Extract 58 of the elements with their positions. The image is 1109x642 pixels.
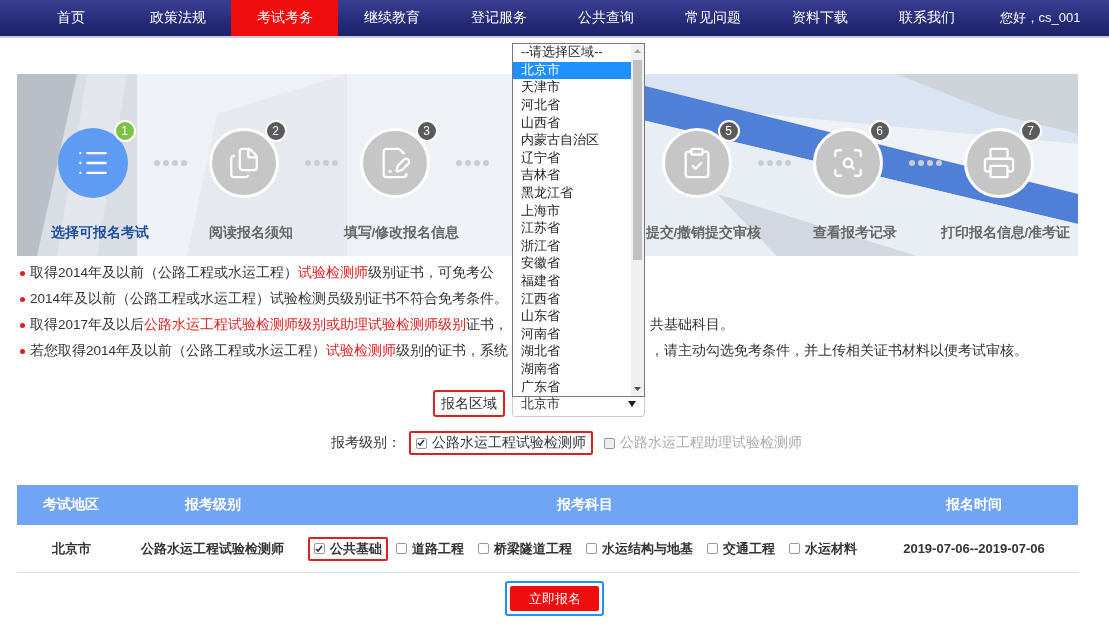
step-label: 打印报名信息/准考证 xyxy=(940,224,1071,242)
subject-option[interactable]: 道路工程 xyxy=(389,536,470,561)
submit-button[interactable]: 立即报名 xyxy=(510,586,599,611)
subject-option[interactable]: 公共基础 xyxy=(307,536,388,561)
subject-option[interactable]: 交通工程 xyxy=(700,536,781,561)
checkbox[interactable] xyxy=(585,543,597,554)
step-connector xyxy=(908,159,944,167)
checkbox[interactable] xyxy=(706,543,718,554)
table-cell-text: 2019-07-06--2019-07-06 xyxy=(902,541,1046,556)
checkbox[interactable] xyxy=(415,437,427,449)
column-header: 考试地区 xyxy=(42,496,100,514)
checkbox[interactable] xyxy=(395,543,407,554)
step-label: 阅读报名须知 xyxy=(208,224,293,242)
level-label: 报考级别： xyxy=(330,434,401,452)
step-connector xyxy=(304,159,340,167)
nav-tab[interactable]: 公共查询 xyxy=(552,0,659,36)
step-label: 查看报考记录 xyxy=(812,224,897,242)
bullet-icon xyxy=(20,296,25,302)
subject-option[interactable]: 桥梁隧道工程 xyxy=(471,536,578,561)
user-greeting: 您好，cs_001 xyxy=(998,9,1082,27)
caret-icon xyxy=(628,400,636,407)
note-text: 2014年及以前（公路工程或水运工程）试验检测员级别证书不符合免考条件。 xyxy=(30,290,509,308)
note-text: 取得2014年及以前（公路工程或水运工程）试验检测师级别证书，可免考公 xyxy=(30,264,495,282)
nav-tab[interactable]: 资料下载 xyxy=(766,0,873,36)
note-text: 取得2017年及以后公路水运工程试验检测师级别或助理试验检测师级别证书， xyxy=(30,316,509,334)
table-cell-text: 北京市 xyxy=(50,539,92,558)
nav-tab[interactable]: 常见问题 xyxy=(659,0,766,36)
subject-option[interactable]: 水运材料 xyxy=(782,536,863,561)
note-text: 若您取得2014年及以前（公路工程或水运工程）试验检测师级别的证书，系统 xyxy=(30,342,509,360)
column-header: 报考级别 xyxy=(183,496,242,514)
step-label: 填写/修改报名信息 xyxy=(343,224,460,242)
scrollbar[interactable] xyxy=(631,44,644,396)
nav-tab[interactable]: 登记服务 xyxy=(445,0,552,36)
step-connector xyxy=(455,159,491,167)
column-header: 报名时间 xyxy=(944,496,1003,514)
step-connector xyxy=(153,159,189,167)
bullet-icon xyxy=(20,348,25,354)
level-option[interactable]: 公路水运工程试验检测师 xyxy=(408,431,593,455)
nav-tab[interactable]: 继续教育 xyxy=(338,0,445,36)
column-header: 报考科目 xyxy=(555,496,614,514)
region-label: 报名区域 xyxy=(433,390,505,417)
nav-tab[interactable]: 首页 xyxy=(17,0,124,36)
checkbox[interactable] xyxy=(477,543,489,554)
nav-tab[interactable]: 考试考务 xyxy=(231,0,338,36)
note-text: ，请主动勾选免考条件，并上传相关证书材料以便考试审核。 xyxy=(650,342,1028,360)
printer-icon xyxy=(981,146,1016,180)
checkbox[interactable] xyxy=(313,543,325,554)
subject-option[interactable]: 水运结构与地基 xyxy=(579,536,699,561)
checkbox[interactable] xyxy=(788,543,800,554)
bullet-icon xyxy=(20,322,25,328)
step-connector xyxy=(757,159,793,167)
nav-tab[interactable]: 联系我们 xyxy=(873,0,980,36)
step-label: 提交/撤销提交审核 xyxy=(645,224,762,242)
step-label: 选择可报名考试 xyxy=(50,224,149,242)
nav-tab[interactable]: 政策法规 xyxy=(124,0,231,36)
bullet-icon xyxy=(20,270,25,276)
note-text: 共基础科目。 xyxy=(650,316,734,334)
table-cell-text: 公路水运工程试验检测师 xyxy=(140,539,285,558)
